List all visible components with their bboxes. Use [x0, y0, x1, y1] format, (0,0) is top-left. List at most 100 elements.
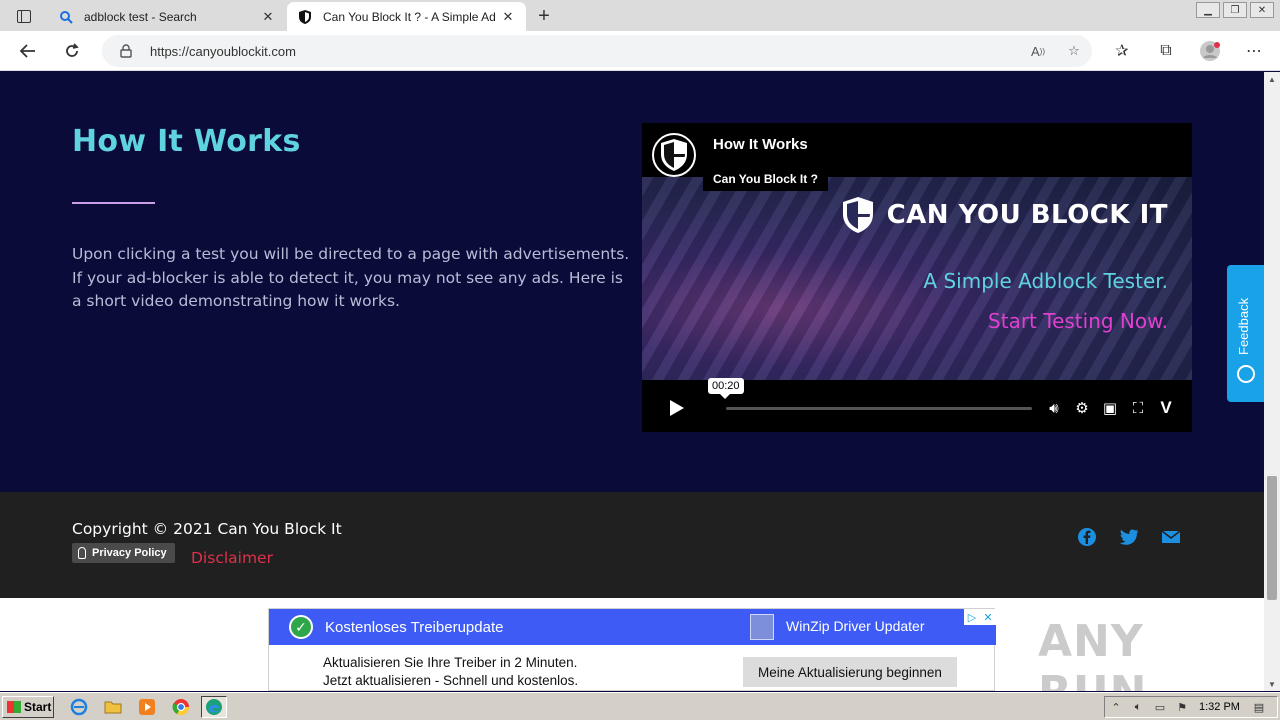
tab-bar: adblock test - Search ✕ Can You Block It… [0, 0, 1280, 31]
play-icon[interactable] [670, 400, 684, 416]
video-channel-tooltip: Can You Block It ? [703, 167, 828, 191]
lock-icon[interactable] [120, 44, 132, 58]
feedback-icon [1237, 365, 1255, 383]
search-icon [58, 9, 74, 25]
winzip-logo-icon [750, 614, 774, 640]
volume-icon[interactable]: 🔊︎ [1040, 398, 1068, 418]
ad-headline[interactable]: Kostenloses Treiberupdate [325, 619, 503, 636]
tab-actions-icon [17, 9, 31, 23]
folder-icon[interactable] [100, 696, 126, 718]
banner-ad[interactable]: ✓ Kostenloses Treiberupdate WinZip Drive… [268, 608, 996, 691]
browser-toolbar: https://canyoublockit.com A)) ☆ ✰ ⧉ ⋯ [0, 31, 1280, 71]
social-links [1076, 526, 1202, 548]
start-button[interactable]: Start [2, 696, 54, 718]
ad-area: ✓ Kostenloses Treiberupdate WinZip Drive… [0, 598, 1264, 691]
restore-button[interactable]: ❐ [1223, 2, 1247, 18]
scroll-down-icon[interactable]: ▼ [1264, 677, 1280, 691]
anyrun-watermark: ANY RUN [1038, 616, 1146, 691]
ad-header: ✓ Kostenloses Treiberupdate WinZip Drive… [269, 609, 996, 645]
refresh-icon [66, 43, 79, 57]
window-close-button[interactable]: ✕ [1250, 2, 1274, 18]
ad-cta-button[interactable]: Meine Aktualisierung beginnen [743, 657, 957, 687]
video-frame[interactable]: CAN YOU BLOCK IT A Simple Adblock Tester… [642, 177, 1192, 380]
page-content: How It Works Upon clicking a test you wi… [0, 72, 1264, 691]
privacy-label: Privacy Policy [92, 547, 167, 559]
shield-icon [842, 197, 873, 233]
system-tray: ⌃ 🔈︎ ▭ ⚑ 1:32 PM ▤ [1104, 696, 1278, 718]
ad-close-icon[interactable]: ✕ [980, 609, 996, 625]
video-title[interactable]: How It Works [713, 136, 808, 153]
privacy-icon [78, 547, 86, 559]
shield-icon [297, 9, 313, 25]
start-label: Start [24, 700, 52, 714]
ad-choices: ▷ ✕ [964, 609, 996, 625]
video-tagline: A Simple Adblock Tester. [923, 269, 1168, 293]
favorites-icon[interactable]: ✰ [1100, 35, 1144, 67]
toolbar-right: ✰ ⧉ ⋯ [1100, 35, 1276, 67]
tab-search[interactable]: adblock test - Search ✕ [48, 2, 286, 31]
how-it-works-section: How It Works Upon clicking a test you wi… [0, 72, 1264, 492]
video-cta-text: Start Testing Now. [988, 309, 1168, 333]
privacy-policy-button[interactable]: Privacy Policy [72, 543, 175, 563]
facebook-icon[interactable] [1076, 526, 1098, 548]
checkmark-icon: ✓ [289, 615, 313, 639]
ad-body-line2: Jetzt aktualisieren - Schnell und kosten… [323, 673, 579, 688]
tab-actions-button[interactable] [8, 4, 40, 28]
fullscreen-icon[interactable]: ⛶ [1124, 398, 1152, 418]
video-brand-text: CAN YOU BLOCK IT [886, 200, 1168, 230]
feedback-tab[interactable]: Feedback [1227, 265, 1264, 402]
chrome-icon[interactable] [168, 696, 194, 718]
scroll-thumb[interactable] [1267, 476, 1277, 600]
tab-title: Can You Block It ? - A Simple Ad [323, 9, 496, 24]
feedback-label: Feedback [1236, 297, 1251, 355]
adchoices-icon[interactable]: ▷ [964, 609, 980, 625]
collections-icon[interactable]: ⧉ [1144, 35, 1188, 67]
channel-logo[interactable] [652, 133, 696, 177]
video-player[interactable]: How It Works CAN YOU BLOCK IT A Simple A… [642, 123, 1192, 432]
ie-icon[interactable] [66, 696, 92, 718]
tab-canyoublockit[interactable]: Can You Block It ? - A Simple Ad ✕ [287, 2, 526, 31]
volume-tray-icon[interactable]: 🔈︎ [1127, 697, 1149, 717]
ad-brand[interactable]: WinZip Driver Updater [786, 618, 924, 634]
new-tab-button[interactable]: + [532, 4, 556, 28]
address-actions: A)) ☆ [1020, 35, 1092, 67]
page-scrollbar[interactable]: ▲ ▼ [1264, 72, 1280, 691]
refresh-button[interactable] [58, 37, 86, 65]
read-aloud-icon[interactable]: A)) [1020, 35, 1056, 67]
minimize-button[interactable]: ▁ [1196, 2, 1220, 18]
add-favorite-icon[interactable]: ☆ [1056, 35, 1092, 67]
tray-expand-icon[interactable]: ⌃ [1105, 697, 1127, 717]
back-button[interactable] [14, 37, 42, 65]
more-menu-icon[interactable]: ⋯ [1232, 35, 1276, 67]
close-icon[interactable]: ✕ [260, 9, 276, 25]
edge-icon[interactable] [201, 696, 227, 718]
disclaimer-link[interactable]: Disclaimer [191, 549, 273, 567]
ad-body-line1: Aktualisieren Sie Ihre Treiber in 2 Minu… [323, 655, 578, 670]
video-progress-bar[interactable] [726, 407, 1032, 410]
settings-gear-icon[interactable]: ⚙ [1068, 398, 1096, 418]
tab-title: adblock test - Search [84, 9, 197, 24]
video-time-tooltip: 00:20 [708, 378, 744, 399]
windows-logo-icon [7, 701, 21, 713]
copyright-text: Copyright © 2021 Can You Block It [72, 520, 342, 538]
close-icon[interactable]: ✕ [500, 9, 516, 25]
taskbar: Start ⌃ 🔈︎ ▭ ⚑ 1:32 PM ▤ [0, 692, 1280, 720]
scroll-up-icon[interactable]: ▲ [1264, 72, 1280, 86]
show-desktop-icon[interactable]: ▤ [1248, 697, 1270, 717]
site-footer: Copyright © 2021 Can You Block It Privac… [0, 492, 1264, 598]
address-bar[interactable]: https://canyoublockit.com A)) ☆ [102, 35, 1092, 67]
flag-tray-icon[interactable]: ⚑ [1171, 697, 1193, 717]
mail-icon[interactable] [1160, 526, 1182, 548]
media-player-icon[interactable] [134, 696, 160, 718]
vimeo-icon[interactable]: V [1152, 398, 1180, 418]
title-underline [72, 202, 155, 204]
profile-avatar[interactable] [1188, 35, 1232, 67]
video-controls: 00:20 🔊︎ ⚙ ▣ ⛶ V [642, 378, 1192, 432]
address-url: https://canyoublockit.com [150, 43, 296, 59]
clock: 1:32 PM [1199, 701, 1240, 713]
back-arrow-icon [19, 44, 35, 58]
section-title: How It Works [72, 124, 301, 159]
network-tray-icon[interactable]: ▭ [1149, 697, 1171, 717]
twitter-icon[interactable] [1118, 526, 1140, 548]
picture-in-picture-icon[interactable]: ▣ [1096, 398, 1124, 418]
